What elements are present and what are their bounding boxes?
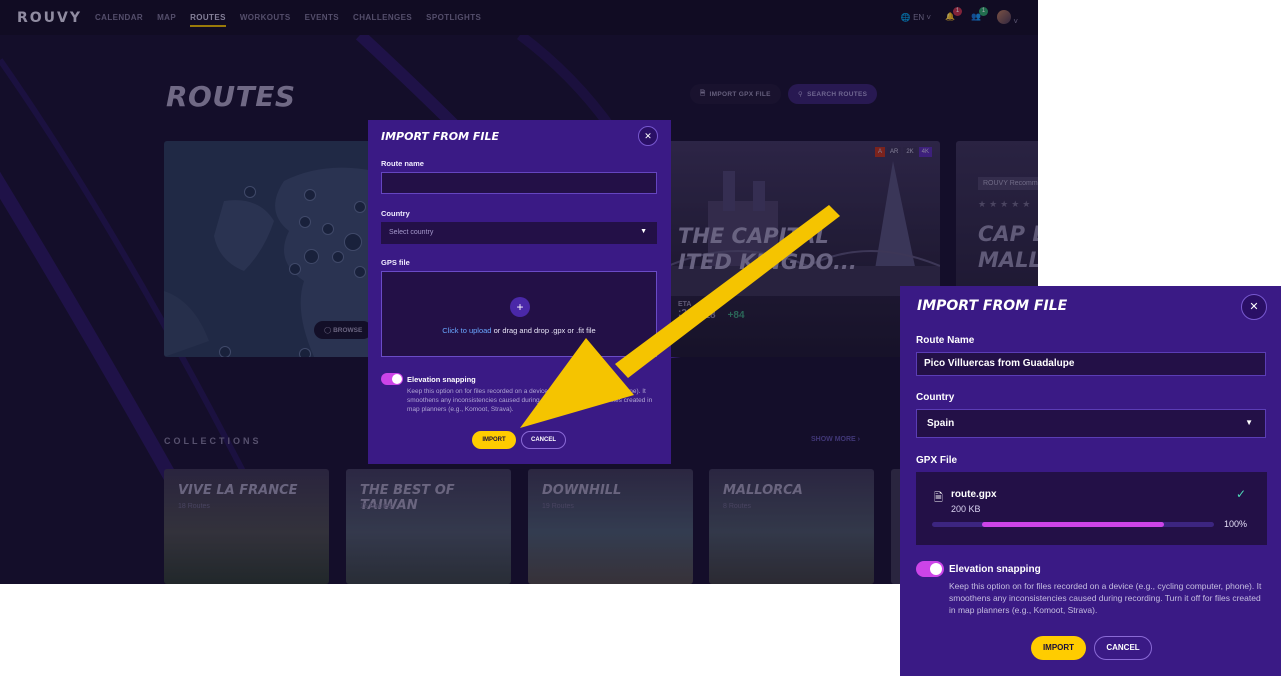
close-button[interactable]: ✕ — [1241, 294, 1267, 320]
elevation-snapping-description: Keep this option on for files recorded o… — [407, 388, 653, 413]
file-icon: 🗎 — [934, 492, 943, 504]
country-select[interactable]: Select country ▼ — [381, 222, 657, 244]
route-name-label: Route name — [381, 159, 424, 168]
chevron-down-icon: ▼ — [1245, 418, 1253, 427]
cancel-button[interactable]: CANCEL — [1094, 636, 1152, 660]
file-name: route.gpx — [951, 489, 997, 500]
gps-file-label: GPS file — [381, 258, 410, 267]
import-button[interactable]: IMPORT — [472, 431, 516, 449]
routes-page: ROUVY CALENDAR MAP ROUTES WORKOUTS EVENT… — [0, 0, 1038, 584]
country-label: Country — [381, 209, 410, 218]
file-dropzone[interactable]: + Click to upload or drag and drop .gpx … — [381, 271, 657, 357]
dropzone-text: Click to upload or drag and drop .gpx or… — [382, 326, 656, 335]
country-select[interactable]: Spain ▼ — [916, 409, 1266, 438]
import-modal-filled: IMPORT FROM FILE ✕ Route Name Pico Villu… — [900, 286, 1281, 676]
gpx-file-label: GPX File — [916, 455, 958, 466]
import-button[interactable]: IMPORT — [1031, 636, 1086, 660]
close-button[interactable]: ✕ — [638, 126, 658, 146]
elevation-snapping-label: Elevation snapping — [407, 375, 476, 384]
import-modal-empty: IMPORT FROM FILE ✕ Route name Country Se… — [368, 120, 671, 464]
close-icon: ✕ — [644, 131, 652, 141]
country-value: Spain — [927, 418, 955, 429]
close-icon: ✕ — [1249, 301, 1259, 313]
country-placeholder: Select country — [389, 229, 434, 236]
route-name-input[interactable]: Pico Villuercas from Guadalupe — [916, 352, 1266, 376]
upload-link[interactable]: Click to upload — [442, 326, 491, 335]
upload-progress-text: 100% — [1224, 519, 1248, 529]
elevation-snapping-label: Elevation snapping — [949, 564, 1041, 575]
elevation-snapping-toggle[interactable] — [916, 561, 944, 577]
elevation-snapping-description: Keep this option on for files recorded o… — [949, 581, 1262, 615]
modal-title: IMPORT FROM FILE — [381, 130, 500, 143]
dropzone-hint: or drag and drop .gpx or .fit file — [491, 326, 596, 335]
route-name-input[interactable] — [381, 172, 657, 194]
uploaded-file: 🗎 route.gpx 200 KB ✓ 100% — [916, 472, 1267, 545]
file-size: 200 KB — [951, 504, 981, 514]
plus-icon[interactable]: + — [510, 297, 530, 317]
country-label: Country — [916, 392, 955, 403]
cancel-button[interactable]: CANCEL — [521, 431, 566, 449]
checkmark-icon: ✓ — [1236, 487, 1247, 501]
upload-progress-bar — [932, 522, 1214, 527]
route-name-label: Route Name — [916, 335, 975, 346]
screenshot-stage: ROUVY CALENDAR MAP ROUTES WORKOUTS EVENT… — [0, 0, 1287, 676]
chevron-down-icon: ▼ — [640, 228, 647, 235]
elevation-snapping-toggle[interactable] — [381, 373, 403, 385]
upload-progress-fill — [982, 522, 1164, 527]
modal-title: IMPORT FROM FILE — [917, 298, 1068, 314]
